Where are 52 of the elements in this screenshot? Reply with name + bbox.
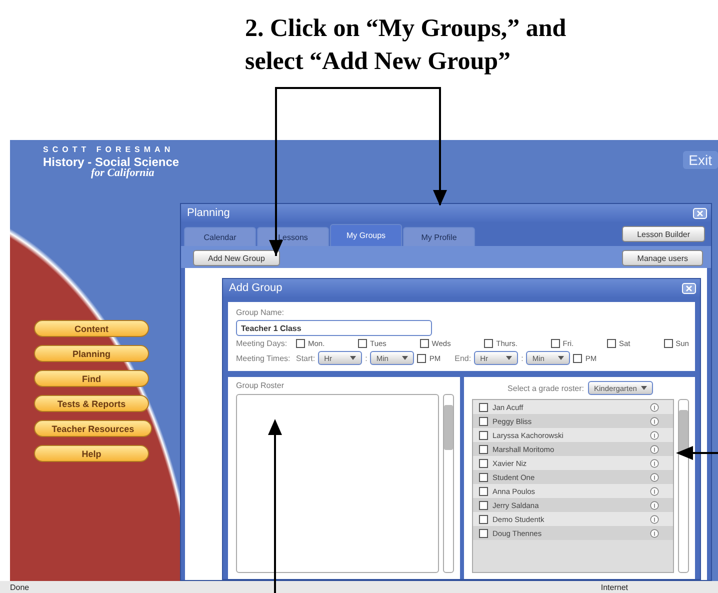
info-icon[interactable] (650, 500, 659, 510)
caret-icon (640, 386, 647, 390)
time-separator: : (365, 354, 368, 362)
lesson-builder-button[interactable]: Lesson Builder (622, 226, 705, 242)
caret-icon (558, 356, 564, 360)
close-icon[interactable] (693, 208, 707, 218)
instruction-caption: 2. Click on “My Groups,” and (245, 14, 566, 44)
time-separator: : (521, 354, 524, 362)
caret-icon (350, 356, 356, 360)
tab[interactable]: Lessons (257, 227, 329, 246)
dialog-title: Add Group (229, 282, 282, 294)
group-name-field[interactable]: Teacher 1 Class (236, 320, 432, 336)
nav-button[interactable]: Help (34, 445, 149, 462)
time-label: End: (454, 354, 472, 362)
info-icon[interactable] (650, 444, 659, 454)
brand-label: SCOTT FORESMAN (43, 146, 176, 154)
app-title: History - Social Science (43, 156, 180, 168)
scrollbar[interactable] (442, 394, 454, 573)
zone-label: Internet (600, 582, 628, 592)
tab[interactable]: My Profile (403, 227, 475, 246)
time-label: Start: (296, 354, 316, 362)
nav-button[interactable]: Find (34, 370, 149, 387)
field-label: Select a grade roster: (508, 384, 584, 392)
info-icon[interactable] (650, 458, 659, 468)
nav-button[interactable]: Content (34, 320, 149, 337)
nav-button[interactable]: Planning (34, 345, 149, 362)
app-subtitle: for California (91, 168, 156, 179)
caret-icon (506, 356, 512, 360)
panel-label: Group Roster (236, 381, 286, 390)
info-icon[interactable] (650, 416, 659, 426)
nav-button[interactable]: Tests & Reports (34, 395, 149, 412)
tab[interactable]: My Groups (330, 224, 402, 246)
info-icon[interactable] (650, 528, 659, 538)
callout-arrow (676, 446, 718, 460)
info-icon[interactable] (650, 402, 659, 412)
info-icon[interactable] (650, 472, 659, 482)
info-icon[interactable] (650, 430, 659, 440)
field-label: Group Name: (236, 308, 286, 317)
caret-icon (402, 356, 408, 360)
info-icon[interactable] (650, 514, 659, 524)
info-icon[interactable] (650, 486, 659, 496)
tab[interactable]: Calendar (184, 227, 256, 246)
panel-title: Planning (187, 207, 230, 219)
field-label: Meeting Days: (236, 339, 288, 348)
status-text: Done (10, 582, 30, 592)
nav-button[interactable]: Teacher Resources (34, 420, 152, 437)
scrollbar[interactable] (678, 399, 689, 573)
instruction-caption: select “Add New Group” (245, 47, 511, 77)
field-label: Meeting Times: (236, 354, 292, 362)
close-icon[interactable] (682, 282, 696, 294)
add-new-group-button[interactable]: Add New Group (193, 250, 280, 266)
manage-users-button[interactable]: Manage users (622, 250, 703, 266)
